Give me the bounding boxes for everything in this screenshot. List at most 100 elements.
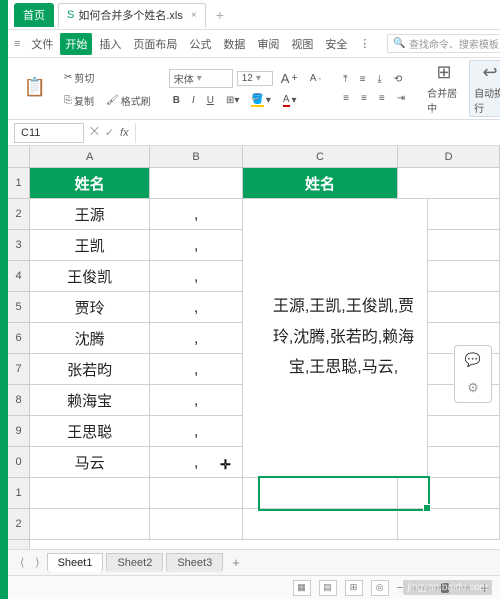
row-header[interactable]: 7	[8, 354, 29, 385]
menu-insert[interactable]: 插入	[94, 33, 126, 55]
row-header[interactable]: 2	[8, 509, 29, 540]
cell-b5[interactable]: ,	[150, 292, 243, 323]
cell-a2[interactable]: 王源	[30, 199, 150, 230]
fill-color-button[interactable]: 🪣▾	[247, 91, 274, 110]
col-header-b[interactable]: B	[150, 146, 243, 167]
new-tab-button[interactable]: +	[210, 7, 230, 23]
cell-a5[interactable]: 贾玲	[30, 292, 150, 323]
cell-b9[interactable]: ,	[150, 416, 243, 447]
side-panel[interactable]: 💬 ⚙	[454, 345, 492, 403]
menu-more[interactable]: ⋮	[354, 34, 375, 53]
row-header[interactable]: 2	[8, 199, 29, 230]
cell-a1[interactable]: 姓名	[30, 168, 150, 199]
italic-button[interactable]: I	[188, 92, 199, 109]
align-center-button[interactable]: ≡	[357, 90, 371, 107]
cell-a7[interactable]: 张若昀	[30, 354, 150, 385]
fx-label[interactable]: fx	[114, 127, 135, 139]
cut-button[interactable]: ✂ 剪切	[60, 67, 98, 88]
copy-button[interactable]: ⎘ 复制	[60, 90, 98, 111]
row-header[interactable]: 9	[8, 416, 29, 447]
zoom-out-button[interactable]: −	[397, 582, 403, 594]
font-color-button[interactable]: A▾	[279, 91, 301, 110]
menu-view[interactable]: 视图	[286, 33, 318, 55]
orientation-button[interactable]: ⟲	[390, 71, 406, 88]
menu-file[interactable]: 文件	[26, 33, 58, 55]
row-header[interactable]: 5	[8, 292, 29, 323]
document-tab[interactable]: S 如何合并多个姓名.xls ×	[58, 3, 206, 27]
cell-b1[interactable]	[150, 168, 243, 199]
menu-security[interactable]: 安全	[320, 33, 352, 55]
sheet-nav-next[interactable]: ⟩	[31, 556, 43, 569]
spreadsheet-grid[interactable]: A B C D 1 2 3 4 5 6 7 8 9 0 1 2 姓名 姓名	[8, 146, 500, 549]
cell-d1[interactable]	[398, 168, 500, 199]
row-headers[interactable]: 1 2 3 4 5 6 7 8 9 0 1 2	[8, 168, 30, 549]
cell-b11[interactable]	[150, 478, 243, 509]
add-sheet-button[interactable]: +	[226, 555, 246, 570]
increase-font-button[interactable]: A+	[277, 68, 302, 89]
name-box[interactable]: C11	[14, 123, 84, 143]
menu-data[interactable]: 数据	[218, 33, 250, 55]
cell-b2[interactable]: ,	[150, 199, 243, 230]
view-page-button[interactable]: ▤	[319, 580, 337, 596]
menu-formulas[interactable]: 公式	[184, 33, 216, 55]
formula-input[interactable]	[135, 123, 500, 143]
format-painter-button[interactable]: 🖌 格式刷	[102, 90, 155, 111]
menu-page-layout[interactable]: 页面布局	[128, 33, 182, 55]
confirm-formula-icon[interactable]: ✓	[105, 126, 114, 139]
align-top-button[interactable]: ⤒	[339, 71, 351, 88]
align-right-button[interactable]: ≡	[375, 90, 389, 107]
col-header-d[interactable]: D	[398, 146, 500, 167]
cell-a10[interactable]: 马云	[30, 447, 150, 478]
cell-a11[interactable]	[30, 478, 150, 509]
sheet-tab-2[interactable]: Sheet2	[106, 553, 163, 572]
paste-button[interactable]: 📋 粘贴	[14, 60, 56, 117]
command-search[interactable]: 🔍 查找命令、搜索模板	[387, 34, 500, 53]
cell-b7[interactable]: ,	[150, 354, 243, 385]
row-header[interactable]: 6	[8, 323, 29, 354]
align-left-button[interactable]: ≡	[339, 90, 353, 107]
select-all-corner[interactable]	[8, 146, 30, 168]
col-header-c[interactable]: C	[243, 146, 398, 167]
font-name-select[interactable]: 宋体▾	[169, 69, 233, 88]
home-tab[interactable]: 首页	[14, 3, 54, 27]
view-reading-button[interactable]: ◎	[371, 580, 389, 596]
sheet-nav-prev[interactable]: ⟨	[16, 556, 28, 569]
decrease-font-button[interactable]: A-	[306, 70, 325, 87]
cell-b8[interactable]: ,	[150, 385, 243, 416]
view-normal-button[interactable]: ▦	[293, 580, 311, 596]
menu-icon[interactable]: ≡	[14, 38, 20, 50]
cell-a6[interactable]: 沈腾	[30, 323, 150, 354]
row-header[interactable]: 8	[8, 385, 29, 416]
sheet-tab-1[interactable]: Sheet1	[47, 553, 104, 572]
view-break-button[interactable]: ⊞	[345, 580, 363, 596]
cell-a9[interactable]: 王思聪	[30, 416, 150, 447]
cell-c2-merged[interactable]: 王源,王凯,王俊凯,贾玲,沈腾,张若昀,赖海宝,王思聪,马云,	[260, 199, 428, 478]
row-header[interactable]: 0	[8, 447, 29, 478]
row-header[interactable]: 1	[8, 478, 29, 509]
align-bottom-button[interactable]: ⤓	[373, 71, 385, 88]
menu-review[interactable]: 审阅	[252, 33, 284, 55]
column-headers[interactable]: A B C D	[30, 146, 500, 168]
comment-icon[interactable]: 💬	[465, 352, 481, 368]
row-header[interactable]: 3	[8, 230, 29, 261]
close-tab-icon[interactable]: ×	[191, 10, 197, 21]
cell-b4[interactable]: ,	[150, 261, 243, 292]
cell-a3[interactable]: 王凯	[30, 230, 150, 261]
wrap-text-button[interactable]: ↩ 自动换行	[469, 60, 500, 117]
indent-button[interactable]: ⇥	[393, 90, 409, 107]
row-header[interactable]: 4	[8, 261, 29, 292]
cell-c11[interactable]	[243, 478, 398, 509]
cell-c1[interactable]: 姓名	[243, 168, 398, 199]
merge-center-button[interactable]: ⊞ 合并居中	[423, 60, 465, 117]
cell-b3[interactable]: ,	[150, 230, 243, 261]
cell-a8[interactable]: 赖海宝	[30, 385, 150, 416]
bold-button[interactable]: B	[169, 92, 184, 109]
cell-a4[interactable]: 王俊凯	[30, 261, 150, 292]
menu-start[interactable]: 开始	[60, 33, 92, 55]
cells-area[interactable]: 姓名 姓名 王源, 王凯, 王俊凯, 贾玲, 沈腾, 张若昀, 赖海宝, 王思聪…	[30, 168, 500, 549]
cancel-formula-icon[interactable]: ⨉	[90, 126, 99, 139]
border-button[interactable]: ⊞▾	[222, 92, 243, 109]
sheet-tab-3[interactable]: Sheet3	[166, 553, 223, 572]
underline-button[interactable]: U	[203, 92, 218, 109]
col-header-a[interactable]: A	[30, 146, 150, 167]
